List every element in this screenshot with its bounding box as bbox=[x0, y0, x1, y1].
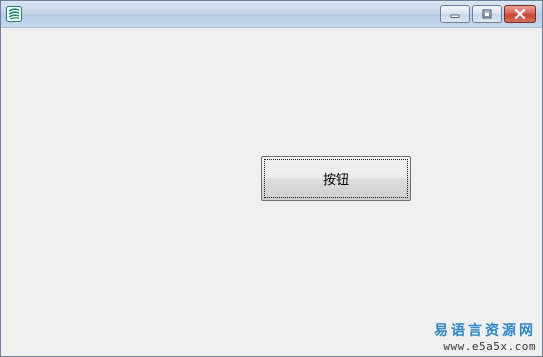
watermark: 易语言资源网 www.e5a5x.com bbox=[434, 324, 536, 352]
minimize-icon bbox=[449, 9, 461, 19]
client-area: 按钮 易语言资源网 www.e5a5x.com bbox=[1, 28, 542, 356]
app-icon bbox=[6, 6, 22, 22]
watermark-site-name: 易语言资源网 bbox=[434, 323, 536, 339]
window-controls bbox=[440, 5, 536, 24]
main-button-label: 按钮 bbox=[322, 173, 349, 188]
title-bar[interactable] bbox=[1, 1, 542, 28]
main-button[interactable]: 按钮 bbox=[261, 156, 411, 201]
minimize-button[interactable] bbox=[440, 5, 470, 23]
close-button[interactable] bbox=[504, 5, 536, 23]
close-icon bbox=[513, 8, 527, 20]
app-window: 按钮 易语言资源网 www.e5a5x.com bbox=[0, 0, 543, 357]
watermark-url: www.e5a5x.com bbox=[443, 340, 536, 353]
maximize-icon bbox=[481, 9, 493, 19]
maximize-button[interactable] bbox=[472, 5, 502, 23]
